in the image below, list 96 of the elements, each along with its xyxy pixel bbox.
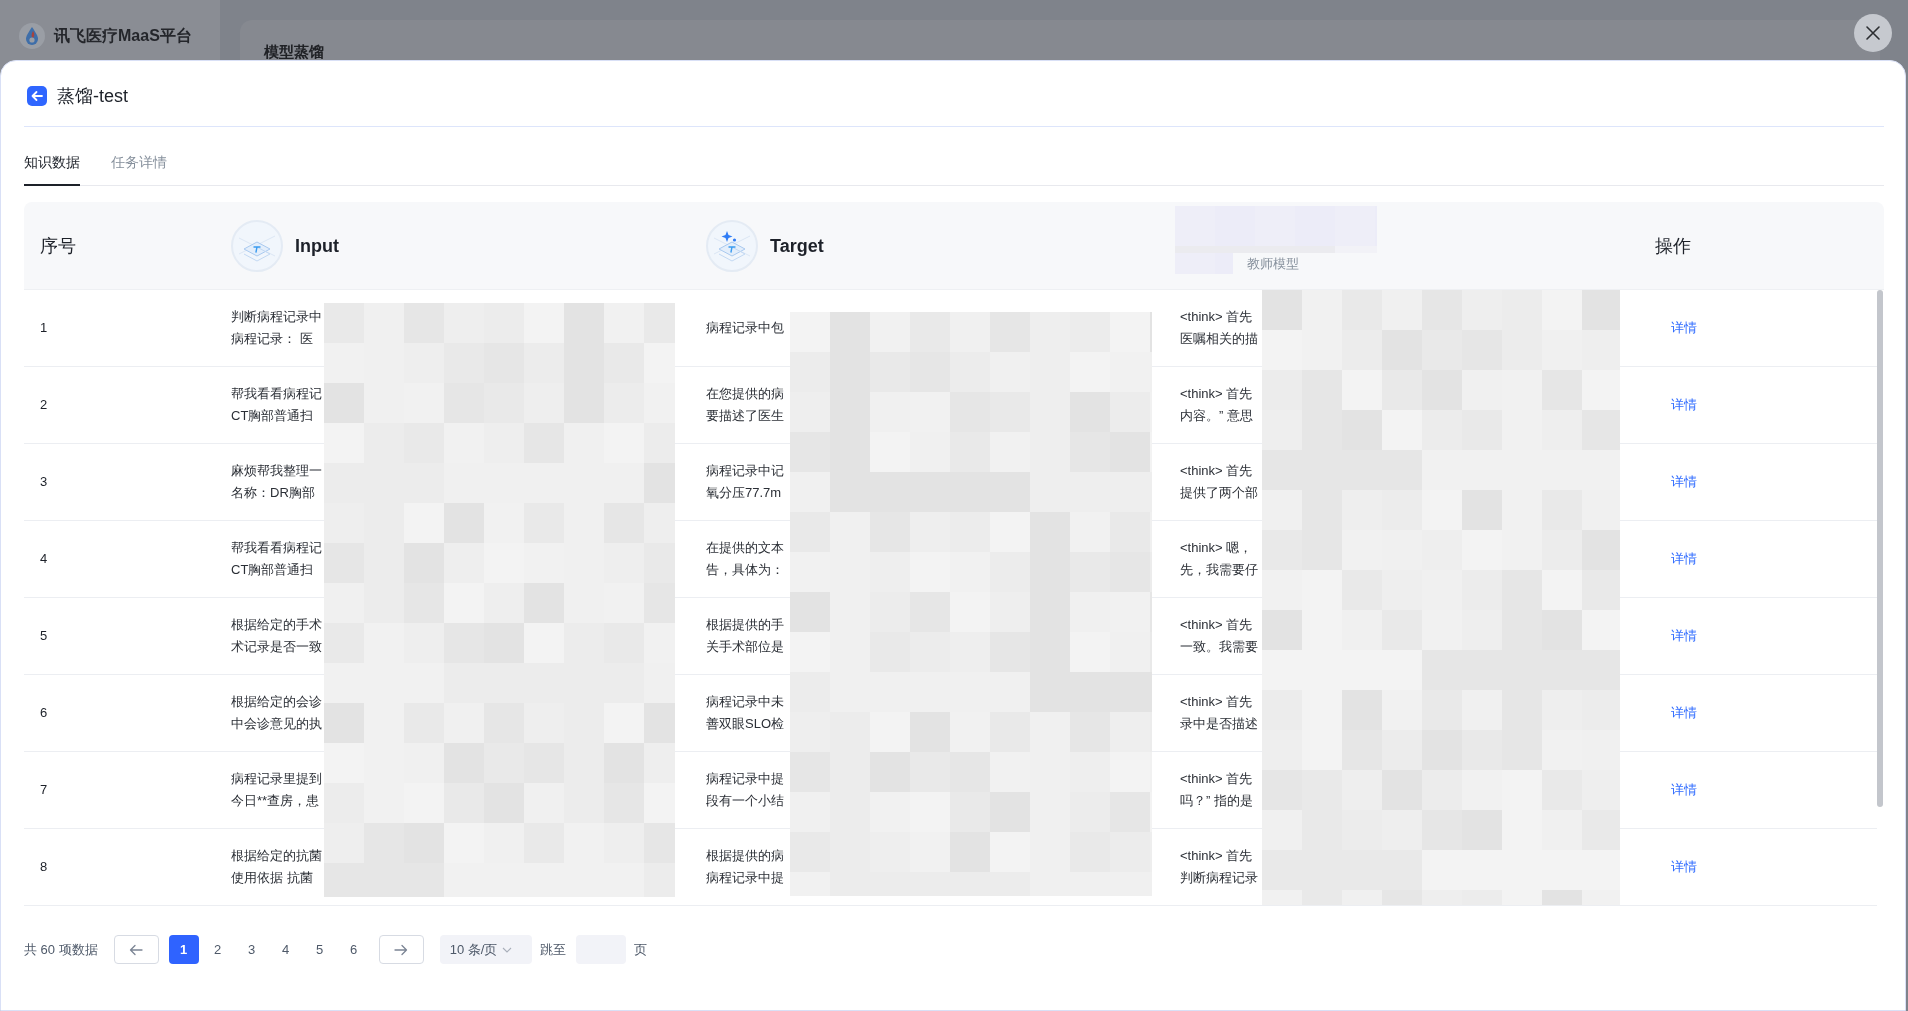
cell-text: CT胸部普通扫 [231, 561, 314, 579]
next-page-button[interactable] [378, 935, 424, 964]
row-number: 1 [40, 319, 48, 337]
cell-text: 善双眼SLO检 [706, 715, 784, 733]
cell-text: <think> 首先 [1180, 616, 1253, 634]
page-title: 模型蒸馏 [264, 44, 324, 60]
row-number: 2 [40, 396, 48, 414]
cell-text: 根据给定的会诊 [231, 693, 322, 711]
brand-name: 讯飞医疗MaaS平台 [54, 26, 192, 46]
cell-text: 病程记录中记 [706, 462, 784, 480]
cell-text: 氧分压77.7m [706, 484, 782, 502]
cell-text: 根据给定的手术 [231, 616, 322, 634]
cell-text: 根据给定的抗菌 [231, 847, 322, 865]
row-number: 3 [40, 473, 48, 491]
cell-text: 病程记录里提到 [231, 770, 322, 788]
cell-text: 根据提供的手 [706, 616, 784, 634]
layers-icon [231, 219, 283, 272]
cell-text: 提供了两个部 [1180, 484, 1258, 502]
cell-text: <think> 嗯， [1180, 539, 1253, 557]
cell-text: 判断病程记录 [1180, 869, 1258, 887]
cell-text: 一致。我需要 [1180, 638, 1258, 656]
cell-text: 关手术部位是 [706, 638, 784, 656]
tab[interactable]: 任务详情 [111, 151, 167, 186]
tab[interactable]: 知识数据 [24, 151, 80, 186]
cell-text: 在提供的文本 [706, 539, 784, 557]
cell-text: 病程记录中提 [706, 869, 784, 887]
column-header: 教师模型 [1247, 255, 1299, 273]
page-size-select[interactable]: 10 条/页 [439, 935, 532, 964]
page-button[interactable]: 5 [304, 935, 335, 964]
page-button[interactable]: 6 [338, 935, 369, 964]
cell-text: CT胸部普通扫 [231, 407, 314, 425]
total-count: 共 60 项数据 [24, 940, 98, 959]
cell-text: 在您提供的病 [706, 385, 784, 403]
cell-text: 术记录是否一致 [231, 638, 322, 656]
arrow-left-icon [129, 943, 144, 956]
cell-text: <think> 首先 [1180, 385, 1253, 403]
cell-text: 医嘱相关的描 [1180, 330, 1258, 348]
cell-text: 病程记录中提 [706, 770, 784, 788]
details-link[interactable]: 详情 [1671, 702, 1697, 724]
details-link[interactable]: 详情 [1671, 394, 1697, 416]
cell-text: 先，我需要仔 [1180, 561, 1258, 579]
scrollbar-thumb[interactable] [1877, 290, 1883, 807]
cell-text: 判断病程记录中 [231, 308, 322, 326]
close-button[interactable] [1854, 14, 1892, 52]
cell-text: 段有一个小结 [706, 792, 784, 810]
row-number: 4 [40, 550, 48, 568]
cell-text: <think> 首先 [1180, 308, 1253, 326]
column-header: 操作 [1655, 234, 1691, 258]
jump-label: 跳至 [539, 940, 566, 959]
cell-text: 麻烦帮我整理一 [231, 462, 322, 480]
details-link[interactable]: 详情 [1671, 317, 1697, 339]
cell-text: 帮我看看病程记 [231, 385, 322, 403]
arrow-right-icon [394, 943, 409, 956]
previous-page-button[interactable] [113, 935, 159, 964]
page-suffix: 页 [633, 940, 647, 959]
cell-text: 录中是否描述 [1180, 715, 1258, 733]
details-link[interactable]: 详情 [1671, 548, 1697, 570]
cell-text: 吗？” 指的是 [1180, 792, 1253, 810]
cell-text: 病程记录中未 [706, 693, 784, 711]
cell-text: 内容。” 意思 [1180, 407, 1253, 425]
cell-text: 帮我看看病程记 [231, 539, 322, 557]
row-number: 6 [40, 704, 48, 722]
dialog-title: 蒸馏-test [57, 84, 128, 108]
row-number: 8 [40, 858, 48, 876]
cell-text: 病程记录： 医 [231, 330, 313, 348]
column-header: 序号 [40, 234, 76, 258]
back-button[interactable] [27, 85, 47, 106]
row-number: 5 [40, 627, 48, 645]
logo-icon [18, 22, 46, 50]
row-number: 7 [40, 781, 48, 799]
cell-text: 病程记录中包 [706, 319, 784, 337]
cell-text: <think> 首先 [1180, 693, 1253, 711]
cell-text: 使用依据 抗菌 [231, 869, 313, 887]
cell-text: 告，具体为： [706, 561, 784, 579]
close-icon [1865, 25, 1881, 41]
details-link[interactable]: 详情 [1671, 625, 1697, 647]
arrow-left-icon [31, 89, 43, 102]
chevron-down-icon [502, 946, 513, 953]
details-link[interactable]: 详情 [1671, 856, 1697, 878]
layers-sparkle-icon [706, 219, 758, 272]
cell-text: 中会诊意见的执 [231, 715, 322, 733]
cell-text: 根据提供的病 [706, 847, 784, 865]
column-header: Input [295, 234, 339, 258]
cell-text: 要描述了医生 [706, 407, 784, 425]
details-link[interactable]: 详情 [1671, 779, 1697, 801]
cell-text: <think> 首先 [1180, 462, 1253, 480]
page-button[interactable]: 2 [202, 935, 233, 964]
cell-text: 名称：DR胸部 [231, 484, 315, 502]
cell-text: 今日**查房，患 [231, 792, 320, 810]
page-button[interactable]: 4 [270, 935, 301, 964]
column-header: Target [770, 234, 824, 258]
details-link[interactable]: 详情 [1671, 471, 1697, 493]
cell-text: <think> 首先 [1180, 847, 1253, 865]
cell-text: <think> 首先 [1180, 770, 1253, 788]
page-button[interactable]: 1 [168, 935, 199, 964]
page-button[interactable]: 3 [236, 935, 267, 964]
